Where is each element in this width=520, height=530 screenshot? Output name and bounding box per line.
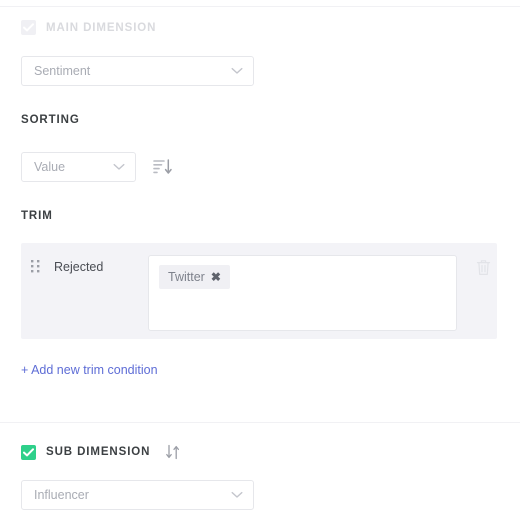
trim-condition-label: Rejected [54, 260, 104, 274]
sub-dimension-checkbox[interactable] [21, 444, 36, 460]
add-trim-condition-link[interactable]: + Add new trim condition [21, 363, 158, 377]
drag-handle-icon[interactable] [31, 260, 41, 274]
main-dimension-header: MAIN DIMENSION [21, 20, 156, 35]
trim-tag-input[interactable]: Twitter ✖ [148, 255, 457, 331]
sorting-label: SORTING [21, 114, 80, 126]
section-divider [0, 422, 520, 423]
sub-dimension-header: SUB DIMENSION [21, 443, 182, 461]
chevron-down-icon [113, 163, 125, 170]
main-dimension-label: MAIN DIMENSION [46, 21, 157, 34]
sub-dimension-select[interactable]: Influencer [21, 480, 254, 510]
close-icon[interactable]: ✖ [211, 271, 221, 283]
main-dimension-checkbox[interactable] [21, 20, 36, 35]
top-divider [0, 6, 520, 7]
trim-header: TRIM [21, 210, 53, 222]
chevron-down-icon [231, 491, 243, 498]
swap-dimensions-button[interactable] [164, 443, 182, 461]
swap-vertical-icon [166, 444, 180, 460]
sort-direction-button[interactable] [152, 156, 174, 178]
trim-label: TRIM [21, 210, 53, 222]
chevron-down-icon [231, 67, 243, 74]
main-dimension-select-value: Sentiment [34, 64, 91, 78]
main-dimension-select[interactable]: Sentiment [21, 56, 254, 86]
sub-dimension-select-value: Influencer [34, 488, 89, 502]
delete-trim-condition-button[interactable] [474, 258, 492, 276]
dimension-settings-panel: MAIN DIMENSION Sentiment SORTING Value T… [0, 0, 520, 530]
tag-chip[interactable]: Twitter ✖ [159, 265, 230, 289]
check-icon [23, 23, 34, 32]
tag-chip-label: Twitter [168, 270, 205, 284]
check-icon [23, 447, 34, 456]
sub-dimension-label: SUB DIMENSION [46, 446, 151, 458]
trash-icon [476, 259, 490, 275]
sorting-header: SORTING [21, 114, 80, 126]
sorting-select-value: Value [34, 160, 66, 174]
sort-descending-icon [153, 159, 172, 174]
sorting-select[interactable]: Value [21, 152, 136, 182]
